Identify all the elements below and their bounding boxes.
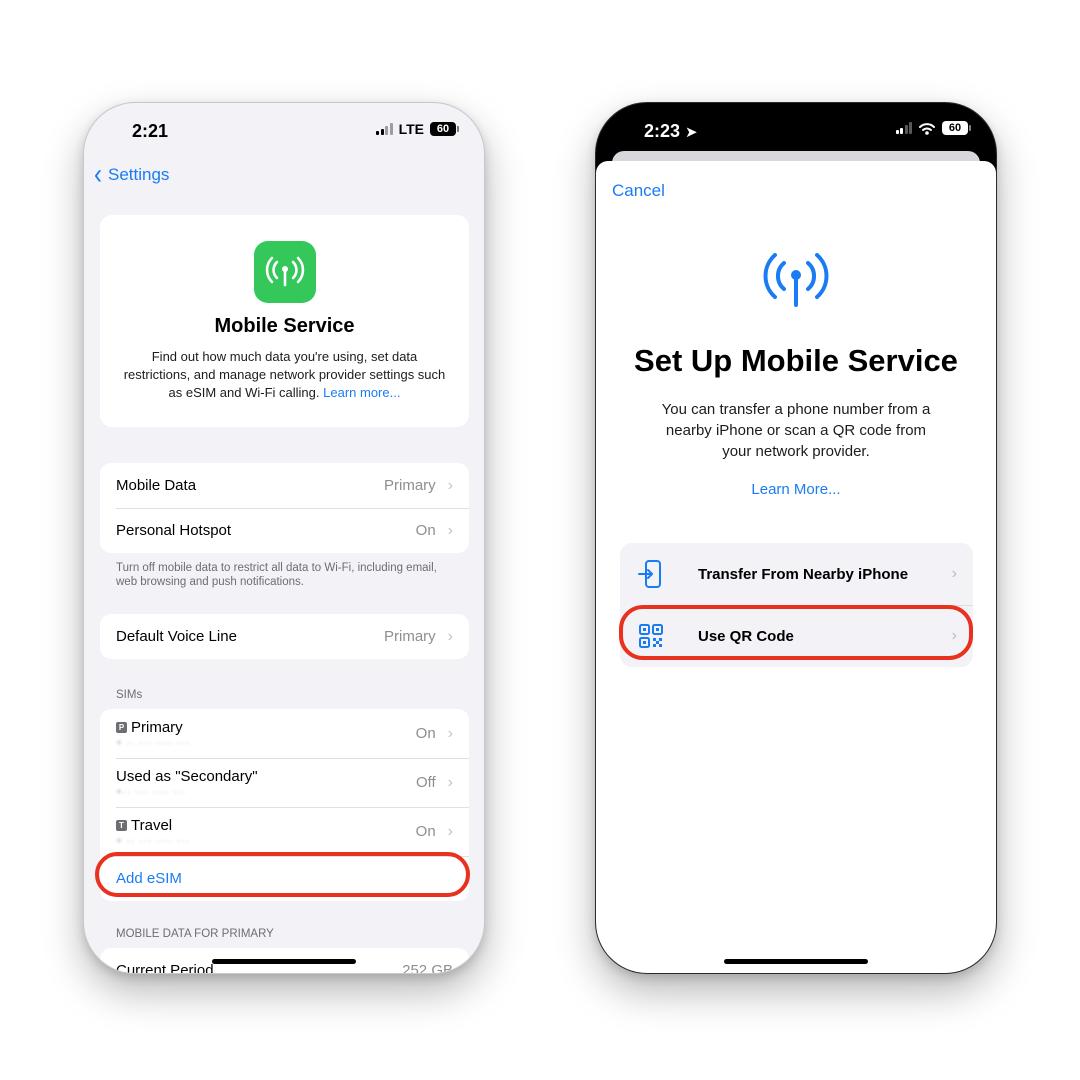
chevron-right-icon: ›: [447, 822, 453, 840]
back-button[interactable]: ‹ Settings: [94, 158, 170, 191]
sim-number-redacted: +·· ··· ···· ···: [116, 786, 187, 798]
sim-tag-icon: P: [116, 721, 127, 733]
chevron-right-icon: ›: [447, 627, 453, 645]
sims-group: P Primary + ·· ··· ···· ··· On › Used as …: [100, 709, 469, 901]
learn-more-link[interactable]: Learn more...: [323, 385, 400, 400]
home-indicator: [724, 959, 868, 964]
personal-hotspot-row[interactable]: Personal Hotspot On ›: [100, 508, 469, 553]
mobile-service-card: Mobile Service Find out how much data yo…: [100, 215, 469, 427]
sim-row-travel[interactable]: T Travel + ·· ··· ···· ··· On ›: [100, 807, 469, 856]
status-time: 2:23 ➤: [644, 121, 698, 141]
status-bar: 2:21 LTE 60: [84, 103, 484, 157]
status-indicators: 60: [895, 121, 971, 135]
sim-row-primary[interactable]: P Primary + ·· ··· ···· ··· On ›: [100, 709, 469, 758]
right-phone: 2:23 ➤ 60 Cancel Set Up Mobile Service Y…: [595, 102, 997, 974]
chevron-right-icon: ›: [447, 773, 453, 791]
sim-number-redacted: + ·· ··· ···· ···: [116, 737, 190, 749]
sim-row-secondary[interactable]: Used as "Secondary" +·· ··· ···· ··· Off…: [100, 758, 469, 807]
chevron-left-icon: ‹: [94, 158, 102, 191]
voice-settings-group: Default Voice Line Primary ›: [100, 614, 469, 659]
add-esim-button[interactable]: Add eSIM: [116, 870, 182, 887]
transfer-phone-icon: [636, 559, 666, 589]
wifi-icon: [919, 122, 935, 135]
chevron-right-icon: ›: [447, 724, 453, 742]
qr-code-icon: [636, 621, 666, 651]
cancel-button[interactable]: Cancel: [612, 181, 665, 201]
sim-number-redacted: + ·· ··· ···· ···: [116, 835, 190, 847]
sims-section-header: SIMs: [116, 689, 143, 701]
sim-tag-icon: T: [116, 819, 127, 831]
page-title: Mobile Service: [214, 315, 355, 337]
antenna-icon: [763, 253, 829, 307]
usage-section-header: MOBILE DATA FOR PRIMARY: [116, 928, 274, 940]
setup-description: You can transfer a phone number from a n…: [661, 401, 931, 460]
learn-more-link[interactable]: Learn More...: [596, 481, 996, 498]
chevron-right-icon: ›: [447, 521, 453, 539]
signal-icon: [376, 123, 393, 135]
use-qr-code-option[interactable]: Use QR Code ›: [620, 605, 973, 667]
chevron-right-icon: ›: [951, 627, 957, 644]
chevron-right-icon: ›: [951, 565, 957, 582]
left-phone: 2:21 LTE 60 ‹ Settings Mobile Service Fi…: [83, 102, 485, 974]
status-time: 2:21: [132, 121, 169, 141]
home-indicator: [212, 959, 356, 964]
transfer-from-iphone-option[interactable]: Transfer From Nearby iPhone ›: [620, 543, 973, 605]
battery-icon: 60: [942, 121, 971, 135]
setup-options: Transfer From Nearby iPhone › Use QR Cod…: [620, 543, 973, 667]
back-label: Settings: [108, 165, 170, 184]
hero-description: Find out how much data you're using, set…: [123, 349, 446, 400]
status-indicators: LTE 60: [376, 121, 459, 137]
battery-icon: 60: [430, 122, 459, 136]
antenna-icon: [253, 241, 316, 303]
default-voice-line-row[interactable]: Default Voice Line Primary ›: [100, 614, 469, 659]
setup-title: Set Up Mobile Service: [634, 343, 958, 378]
chevron-right-icon: ›: [447, 476, 453, 494]
setup-sheet: Cancel Set Up Mobile Service You can tra…: [596, 161, 996, 973]
status-bar: 2:23 ➤ 60: [596, 103, 996, 157]
mobile-data-row[interactable]: Mobile Data Primary ›: [100, 463, 469, 508]
data-footnote: Turn off mobile data to restrict all dat…: [116, 562, 437, 588]
signal-icon: [895, 122, 912, 134]
add-esim-row[interactable]: Add eSIM: [100, 856, 469, 901]
network-label: LTE: [398, 121, 424, 137]
data-settings-group: Mobile Data Primary › Personal Hotspot O…: [100, 463, 469, 553]
location-arrow-icon: ➤: [685, 124, 698, 141]
